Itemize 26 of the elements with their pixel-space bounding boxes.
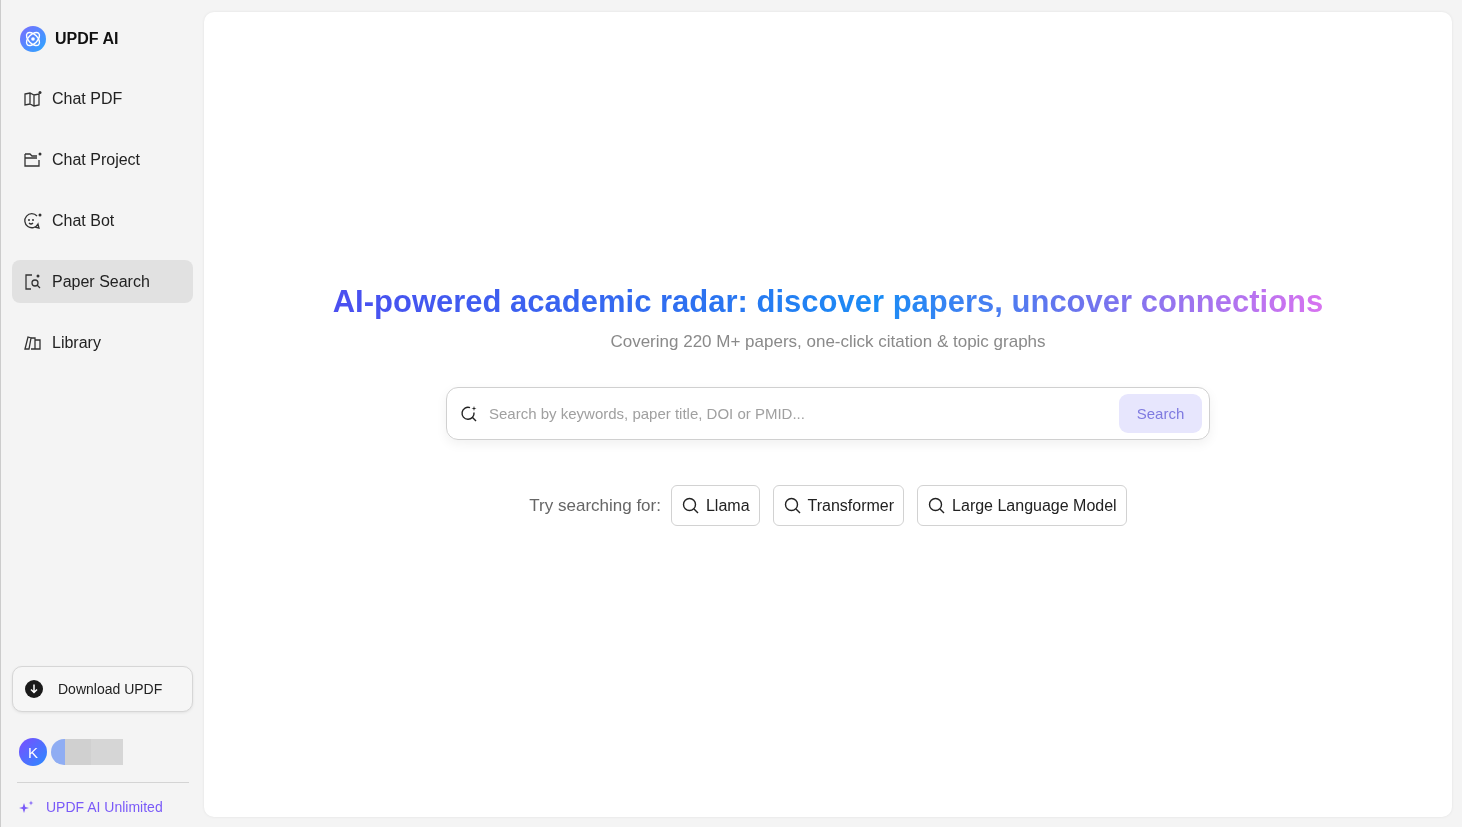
download-button[interactable]: Download UPDF <box>12 666 193 712</box>
nav-item[interactable]: Chat Bot <box>12 199 193 242</box>
hero-subtitle: Covering 220 M+ papers, one-click citation & topic graphs <box>610 332 1046 352</box>
search-icon <box>928 497 946 514</box>
search-icon <box>460 404 478 423</box>
nav-item[interactable]: Chat Project <box>12 138 193 181</box>
folder-icon <box>23 150 43 169</box>
nav-item[interactable]: Chat PDF <box>12 77 193 120</box>
search-icon <box>681 497 699 514</box>
bot-face-icon <box>23 211 43 230</box>
suggestion-chip[interactable]: Transformer <box>772 485 905 526</box>
suggestions-label: Try searching for: <box>529 495 661 516</box>
avatar[interactable]: K <box>19 738 47 766</box>
library-icon <box>23 333 43 352</box>
upgrade-link[interactable]: UPDF AI Unlimited <box>12 799 193 815</box>
suggestion-chip[interactable]: Large Language Model <box>917 485 1127 526</box>
nav-item[interactable]: Paper Search <box>12 260 193 303</box>
logo-icon <box>20 26 46 52</box>
brand-name: UPDF AI <box>55 30 119 48</box>
download-icon <box>25 680 43 698</box>
search-icon <box>783 497 801 514</box>
blurred-name-bar <box>51 739 123 765</box>
suggestion-chip[interactable]: Llama <box>670 485 760 526</box>
book-icon <box>23 89 43 108</box>
document-search-icon <box>23 272 43 291</box>
nav-item[interactable]: Library <box>12 321 193 364</box>
